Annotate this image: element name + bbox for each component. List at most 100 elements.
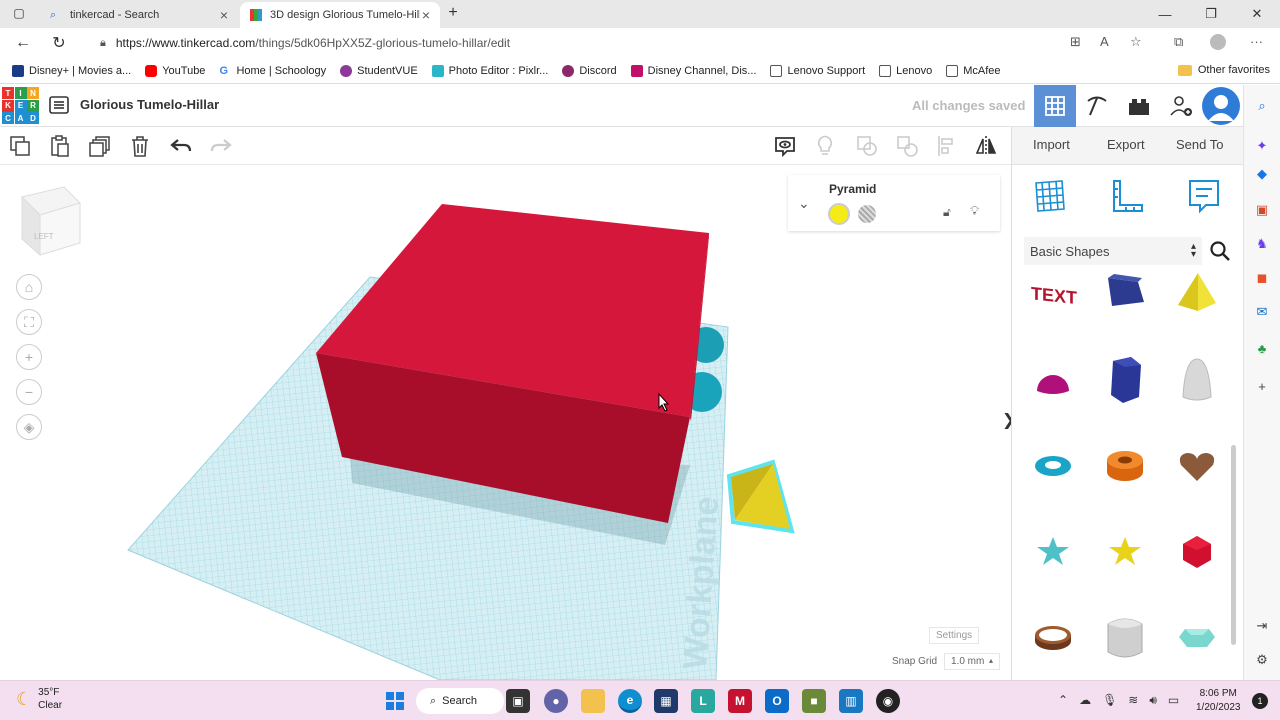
app-icon[interactable]: ▥ [839, 689, 863, 713]
tinkercad-logo[interactable]: T I N K E R C A D [2, 87, 39, 124]
bookmark-disney-plus[interactable]: Disney+ | Movies a... [12, 64, 131, 77]
taskbar-search[interactable]: ⌕ Search [416, 688, 504, 714]
shape-text[interactable]: TEXT [1020, 253, 1086, 331]
group-icon[interactable] [855, 134, 879, 158]
undo-icon[interactable] [169, 134, 193, 158]
bookmark-pixlr[interactable]: Photo Editor : Pixlr... [431, 64, 548, 77]
design-title[interactable]: Glorious Tumelo-Hillar [80, 97, 219, 112]
gear-icon[interactable]: ⚙ [1253, 651, 1271, 669]
search-icon[interactable]: ⌕ [1253, 97, 1271, 115]
other-favorites[interactable]: Other favorites [1177, 64, 1270, 76]
outlook-icon[interactable]: O [765, 689, 789, 713]
url-input[interactable]: 🔒︎ https://www.tinkercad.com /things/5dk… [86, 30, 1161, 56]
sidebar-toggle-icon[interactable]: ⇥ [1253, 617, 1271, 635]
copilot-icon[interactable]: ✦ [1253, 137, 1271, 155]
tab-tinkercad-design[interactable]: 3D design Glorious Tumelo-Hillar × [240, 2, 440, 28]
ungroup-icon[interactable] [895, 134, 919, 158]
ruler-icon[interactable] [1108, 177, 1148, 217]
workplane-icon[interactable] [1030, 177, 1070, 217]
task-view-icon[interactable]: ▣ [506, 689, 530, 713]
snap-grid-select[interactable]: 1.0 mm ▴ [944, 653, 1000, 670]
show-all-icon[interactable] [813, 134, 837, 158]
3d-design-view-button[interactable] [1034, 85, 1076, 127]
favorite-star-icon[interactable]: ☆ [1130, 34, 1142, 50]
outlook-icon[interactable]: ✉ [1253, 303, 1271, 321]
bookmark-youtube[interactable]: YouTube [145, 64, 205, 77]
office-icon[interactable]: ◼ [1253, 269, 1271, 287]
lightbulb-icon[interactable]: 💡︎ [970, 203, 979, 219]
shape-star-yellow[interactable] [1092, 513, 1158, 591]
games-icon[interactable]: ♞ [1253, 235, 1271, 253]
chat-icon[interactable]: ● [544, 689, 568, 713]
apps-icon[interactable]: ⊞ [1070, 34, 1081, 50]
minimize-icon[interactable]: — [1142, 0, 1188, 28]
chevron-down-icon[interactable]: ⌄ [798, 195, 810, 212]
notification-badge[interactable]: 1 [1252, 693, 1268, 709]
close-window-icon[interactable]: ✕ [1234, 0, 1280, 28]
lexia-icon[interactable]: L [691, 689, 715, 713]
bookmark-studentvue[interactable]: StudentVUE [340, 64, 418, 77]
solid-color-button[interactable] [828, 203, 850, 225]
shape-paraboloid[interactable] [1164, 341, 1230, 419]
shape-half-sphere[interactable] [1020, 341, 1086, 419]
hole-button[interactable] [858, 205, 876, 223]
fit-view-button[interactable]: ⛶ [16, 309, 42, 335]
weather-widget[interactable]: ☾ 35°F Clear [16, 686, 62, 712]
store-icon[interactable]: ▦ [654, 689, 678, 713]
edge-icon[interactable]: e [618, 689, 642, 713]
shape-pyramid[interactable] [1164, 253, 1230, 331]
notes-tool-icon[interactable] [1184, 177, 1224, 217]
zoom-in-button[interactable]: + [16, 344, 42, 370]
mirror-icon[interactable] [974, 134, 998, 158]
blocks-pickaxe-button[interactable] [1076, 85, 1118, 127]
workplane-canvas[interactable]: Workplane LEFT ⌂ ⛶ + − ◈ ⌄ Pyramid 🔓︎ 💡︎… [0, 165, 1011, 680]
start-button[interactable] [383, 689, 407, 713]
shapes-scrollbar[interactable] [1231, 445, 1236, 645]
collapse-panel-icon[interactable]: ❯ [1002, 410, 1011, 430]
close-icon[interactable]: × [422, 7, 430, 23]
tab-actions-icon[interactable]: ▢ [8, 2, 30, 24]
volume-icon[interactable]: 🔊︎ [1149, 693, 1157, 708]
perspective-button[interactable]: ◈ [16, 414, 42, 440]
refresh-icon[interactable]: ↻ [48, 32, 70, 54]
mcafee-icon[interactable]: M [728, 689, 752, 713]
copy-icon[interactable] [8, 134, 32, 158]
send-to-button[interactable]: Send To [1176, 137, 1223, 152]
microphone-icon[interactable]: 🎙︎ [1102, 693, 1117, 708]
lock-icon[interactable]: 🔓︎ [943, 205, 951, 220]
notes-icon[interactable] [773, 134, 797, 158]
view-cube[interactable]: LEFT [18, 183, 84, 259]
redo-icon[interactable] [209, 134, 233, 158]
file-explorer-icon[interactable] [581, 689, 605, 713]
collections-icon[interactable]: ⧉ [1174, 34, 1183, 50]
shape-icosahedron[interactable] [1164, 513, 1230, 591]
align-icon[interactable] [935, 134, 959, 158]
shape-ring[interactable] [1020, 599, 1086, 677]
settings-button[interactable]: Settings [929, 627, 980, 644]
back-icon[interactable]: ← [12, 32, 34, 54]
shape-heart[interactable] [1164, 427, 1230, 505]
battery-icon[interactable]: ▭ [1168, 693, 1179, 708]
user-avatar[interactable] [1202, 87, 1240, 125]
add-user-button[interactable] [1160, 85, 1202, 127]
home-view-button[interactable]: ⌂ [16, 274, 42, 300]
obs-icon[interactable]: ◉ [876, 689, 900, 713]
shape-tube[interactable] [1092, 427, 1158, 505]
shape-round-roof[interactable] [1092, 599, 1158, 677]
clock[interactable]: 8:06 PM 1/20/2023 [1196, 687, 1241, 715]
bookmark-discord[interactable]: Discord [562, 64, 617, 77]
bookmark-lenovo[interactable]: Lenovo [879, 64, 932, 77]
wifi-icon[interactable]: ≋ [1128, 693, 1138, 708]
bookmark-mcafee[interactable]: McAfee [946, 64, 1001, 77]
shape-gem[interactable] [1164, 599, 1230, 677]
new-tab-icon[interactable]: + [442, 2, 464, 24]
bricks-button[interactable] [1118, 85, 1160, 127]
shape-star[interactable] [1020, 513, 1086, 591]
import-button[interactable]: Import [1033, 137, 1070, 152]
export-button[interactable]: Export [1107, 137, 1145, 152]
zoom-out-button[interactable]: − [16, 379, 42, 405]
bookmark-lenovo-support[interactable]: Lenovo Support [770, 64, 865, 77]
shape-polygon[interactable] [1092, 341, 1158, 419]
more-icon[interactable]: ··· [1250, 34, 1263, 49]
duplicate-icon[interactable] [88, 134, 112, 158]
